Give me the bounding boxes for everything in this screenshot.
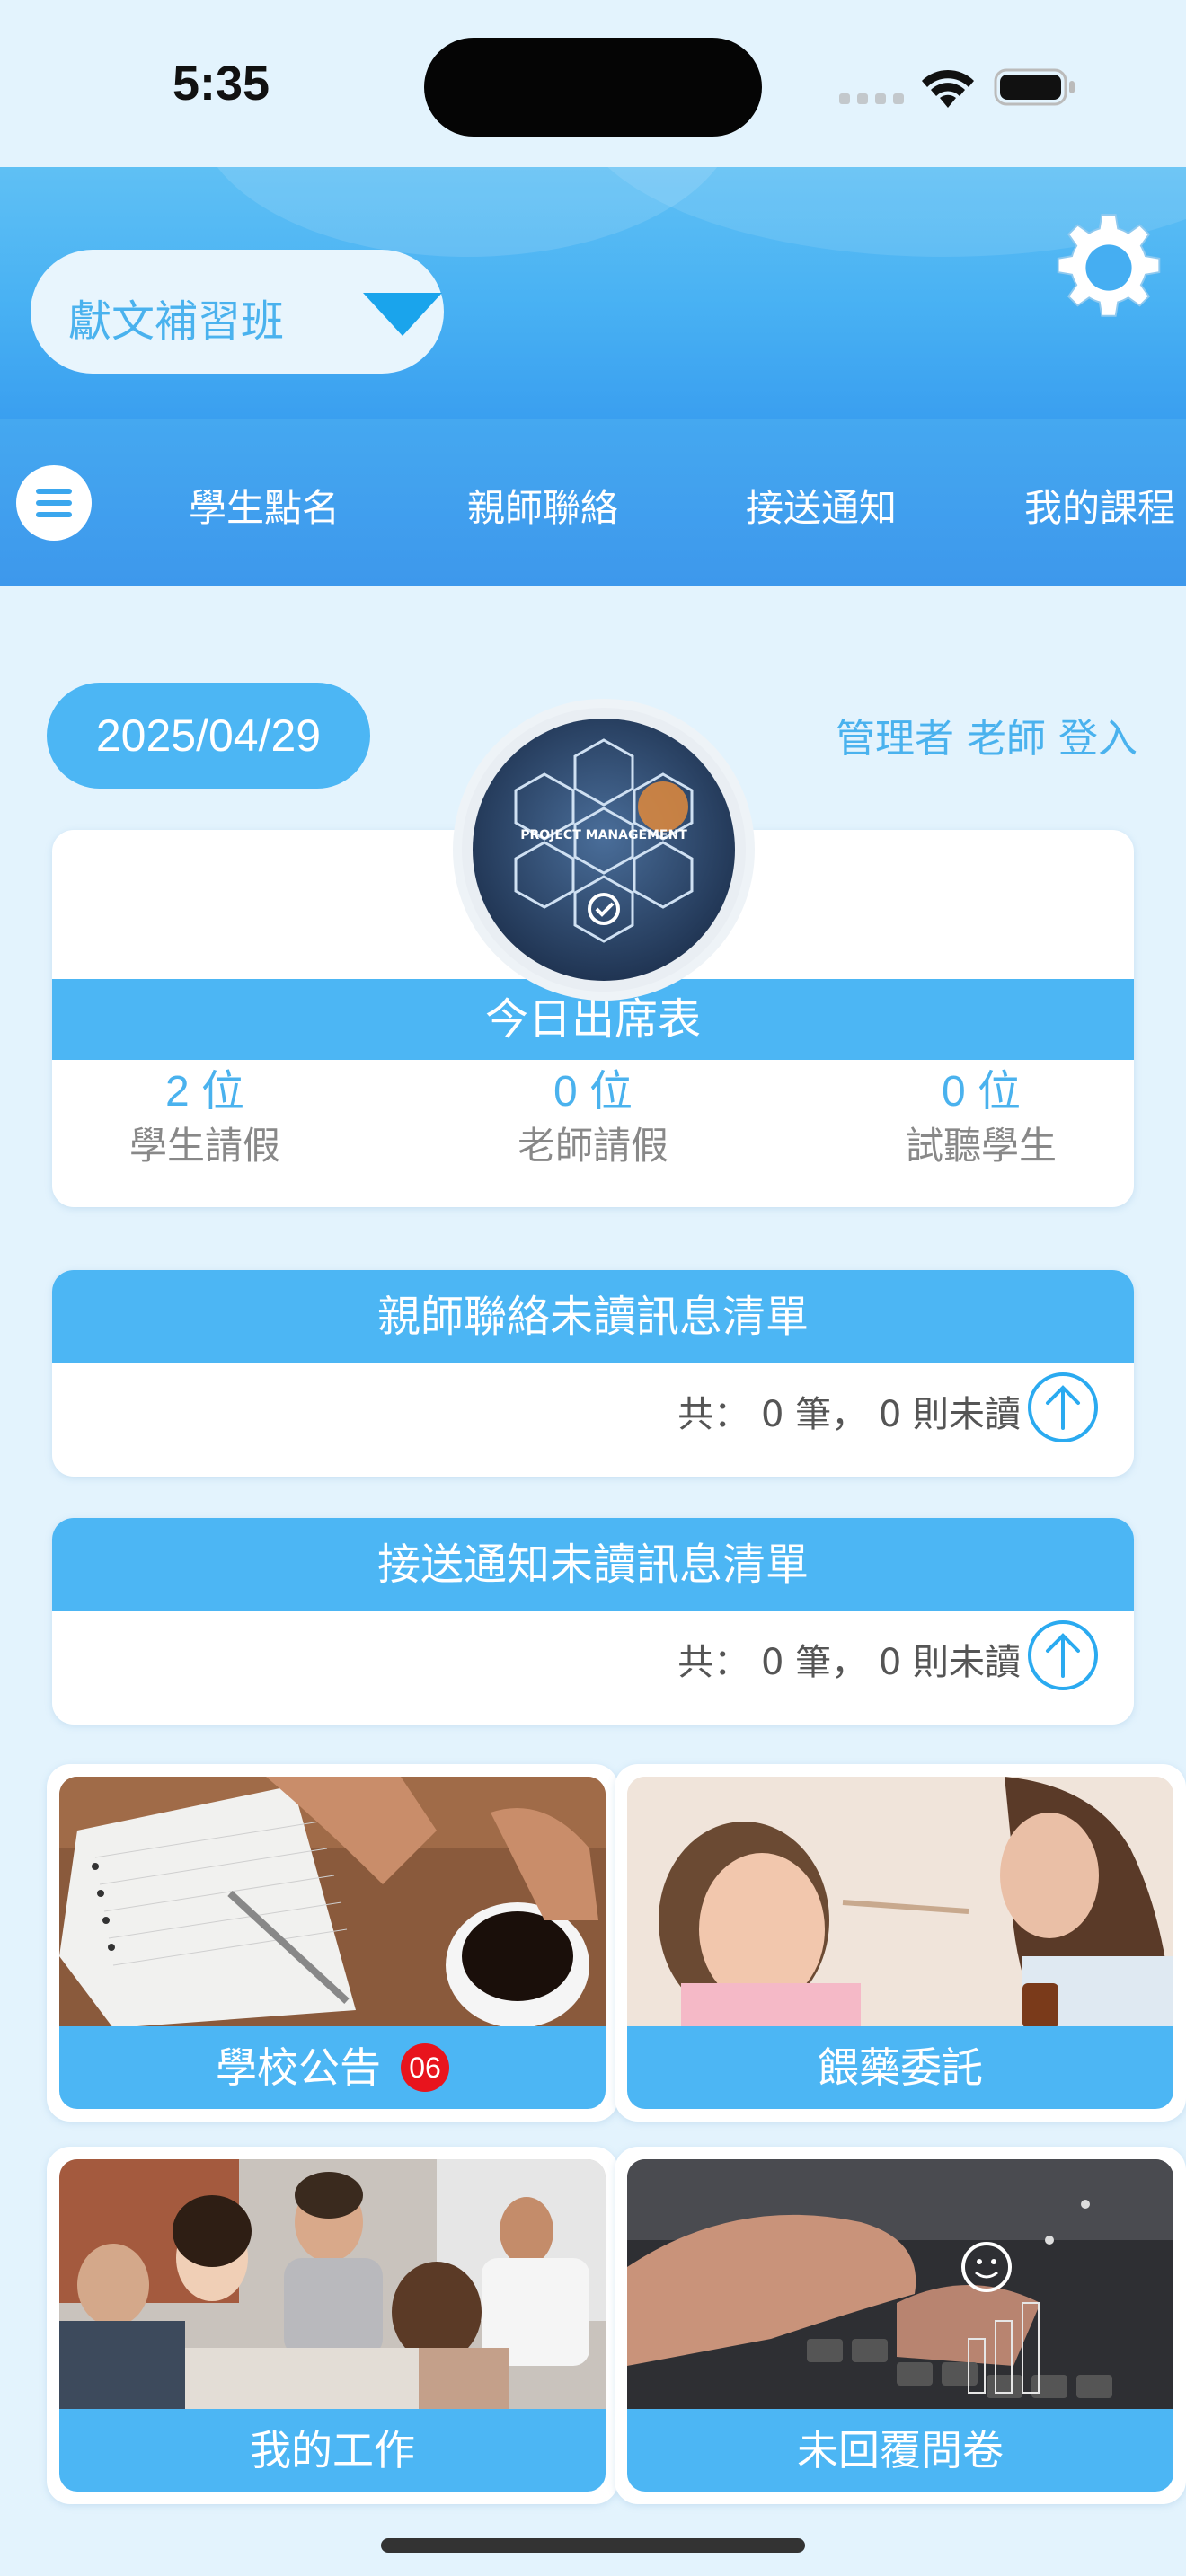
status-bar: 5:35 <box>0 0 1186 167</box>
notification-badge: 06 <box>401 2042 449 2092</box>
hamburger-menu-icon[interactable] <box>16 465 92 541</box>
dynamic-island <box>424 38 762 137</box>
stat-label: 學生請假 <box>128 1124 280 1168</box>
nav-my-courses[interactable]: 我的課程 <box>1024 478 1175 533</box>
status-time: 5:35 <box>173 57 270 110</box>
teacher-leave-stat[interactable]: 0 位 老師請假 <box>440 1063 746 1171</box>
home-indicator <box>381 2538 805 2553</box>
student-leave-stat[interactable]: 2 位 學生請假 <box>52 1063 358 1171</box>
stat-value: 0 位 <box>553 1068 633 1116</box>
tile-label: 學校公告 06 <box>59 2026 606 2109</box>
unread-count: 共： 0 筆， 0 則未讀 <box>677 1394 1021 1435</box>
pickup-unread-title: 接送通知未讀訊息清單 <box>52 1518 1134 1611</box>
arrow-up-circle-icon[interactable] <box>1026 1371 1100 1444</box>
tile-pending-surveys[interactable]: 未回覆問卷 <box>615 2147 1186 2504</box>
school-name: 獻文補習班 <box>68 296 285 347</box>
tile-my-work[interactable]: 我的工作 <box>47 2147 618 2504</box>
stat-value: 2 位 <box>164 1068 245 1116</box>
keyboard-survey-photo <box>627 2159 1173 2411</box>
app-header: 獻文補習班 <box>0 167 1186 419</box>
cellular-signal-icon <box>839 93 904 104</box>
arrow-up-circle-icon[interactable] <box>1026 1619 1100 1692</box>
tile-medication-request[interactable]: 餵藥委託 <box>615 1764 1186 2122</box>
nav-student-roll-call[interactable]: 學生點名 <box>189 478 340 533</box>
tile-label: 餵藥委託 <box>627 2026 1173 2109</box>
nav-pickup-notice[interactable]: 接送通知 <box>746 478 897 533</box>
parent-teacher-unread-title: 親師聯絡未讀訊息清單 <box>52 1270 1134 1363</box>
nav-parent-teacher-contact[interactable]: 親師聯絡 <box>467 478 618 533</box>
school-selector[interactable]: 獻文補習班 <box>31 250 444 374</box>
top-nav: 學生點名 親師聯絡 接送通知 我的課程 <box>0 419 1186 586</box>
stat-label: 老師請假 <box>517 1124 668 1168</box>
project-management-logo: PROJECT MANAGEMENT <box>462 708 746 992</box>
dropdown-arrow-icon <box>363 293 442 336</box>
settings-gear-icon[interactable] <box>1051 210 1166 325</box>
announcement-photo <box>59 1777 606 2028</box>
meeting-photo <box>59 2159 606 2411</box>
trial-student-stat[interactable]: 0 位 試聽學生 <box>828 1063 1134 1171</box>
wifi-icon <box>922 69 974 108</box>
medication-photo <box>627 1777 1173 2028</box>
tile-school-announcements[interactable]: 學校公告 06 <box>47 1764 618 2122</box>
unread-count: 共： 0 筆， 0 則未讀 <box>677 1642 1021 1683</box>
tile-label: 我的工作 <box>59 2409 606 2492</box>
tile-label-text: 學校公告 <box>216 2043 381 2092</box>
battery-icon <box>994 68 1075 106</box>
parent-teacher-unread-card[interactable]: 親師聯絡未讀訊息清單 共： 0 筆， 0 則未讀 <box>52 1270 1134 1477</box>
stat-value: 0 位 <box>941 1068 1022 1116</box>
stat-label: 試聽學生 <box>905 1124 1057 1168</box>
login-info: 管理者 老師 登入 <box>836 716 1137 762</box>
logo-text: PROJECT MANAGEMENT <box>520 828 687 842</box>
date-pill[interactable]: 2025/04/29 <box>47 683 370 789</box>
pickup-unread-card[interactable]: 接送通知未讀訊息清單 共： 0 筆， 0 則未讀 <box>52 1518 1134 1725</box>
tile-label: 未回覆問卷 <box>627 2409 1173 2492</box>
